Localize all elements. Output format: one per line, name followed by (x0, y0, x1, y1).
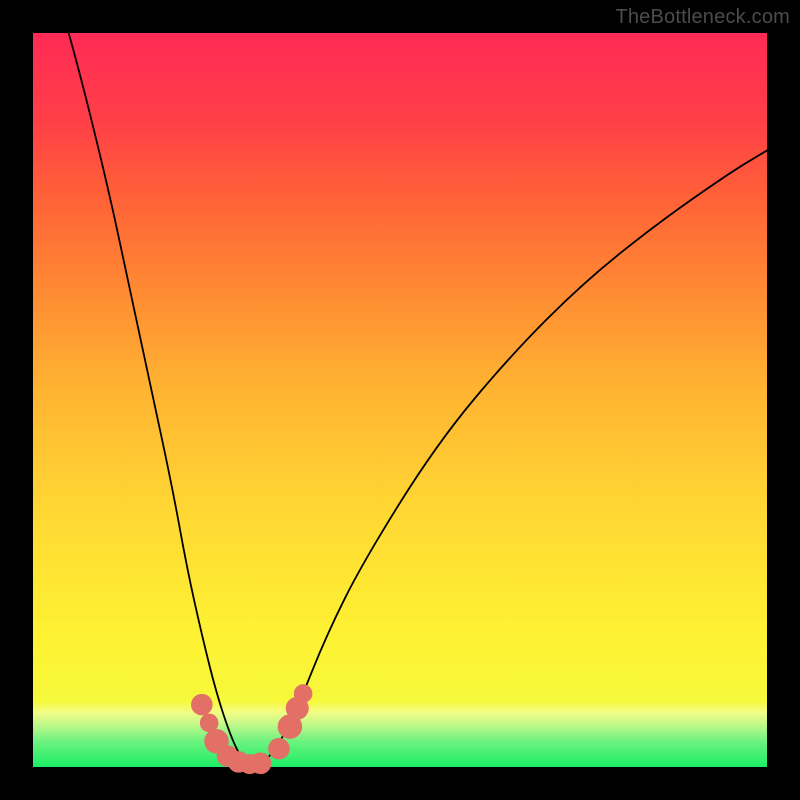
chart-stage: TheBottleneck.com (0, 0, 800, 800)
curve-layer (33, 33, 767, 767)
curve-marker (192, 694, 213, 715)
watermark-text: TheBottleneck.com (615, 6, 790, 29)
bottleneck-curve (33, 0, 767, 762)
curve-marker (250, 753, 271, 774)
curve-markers (192, 685, 312, 774)
curve-marker (269, 738, 290, 759)
curve-marker (294, 685, 312, 703)
